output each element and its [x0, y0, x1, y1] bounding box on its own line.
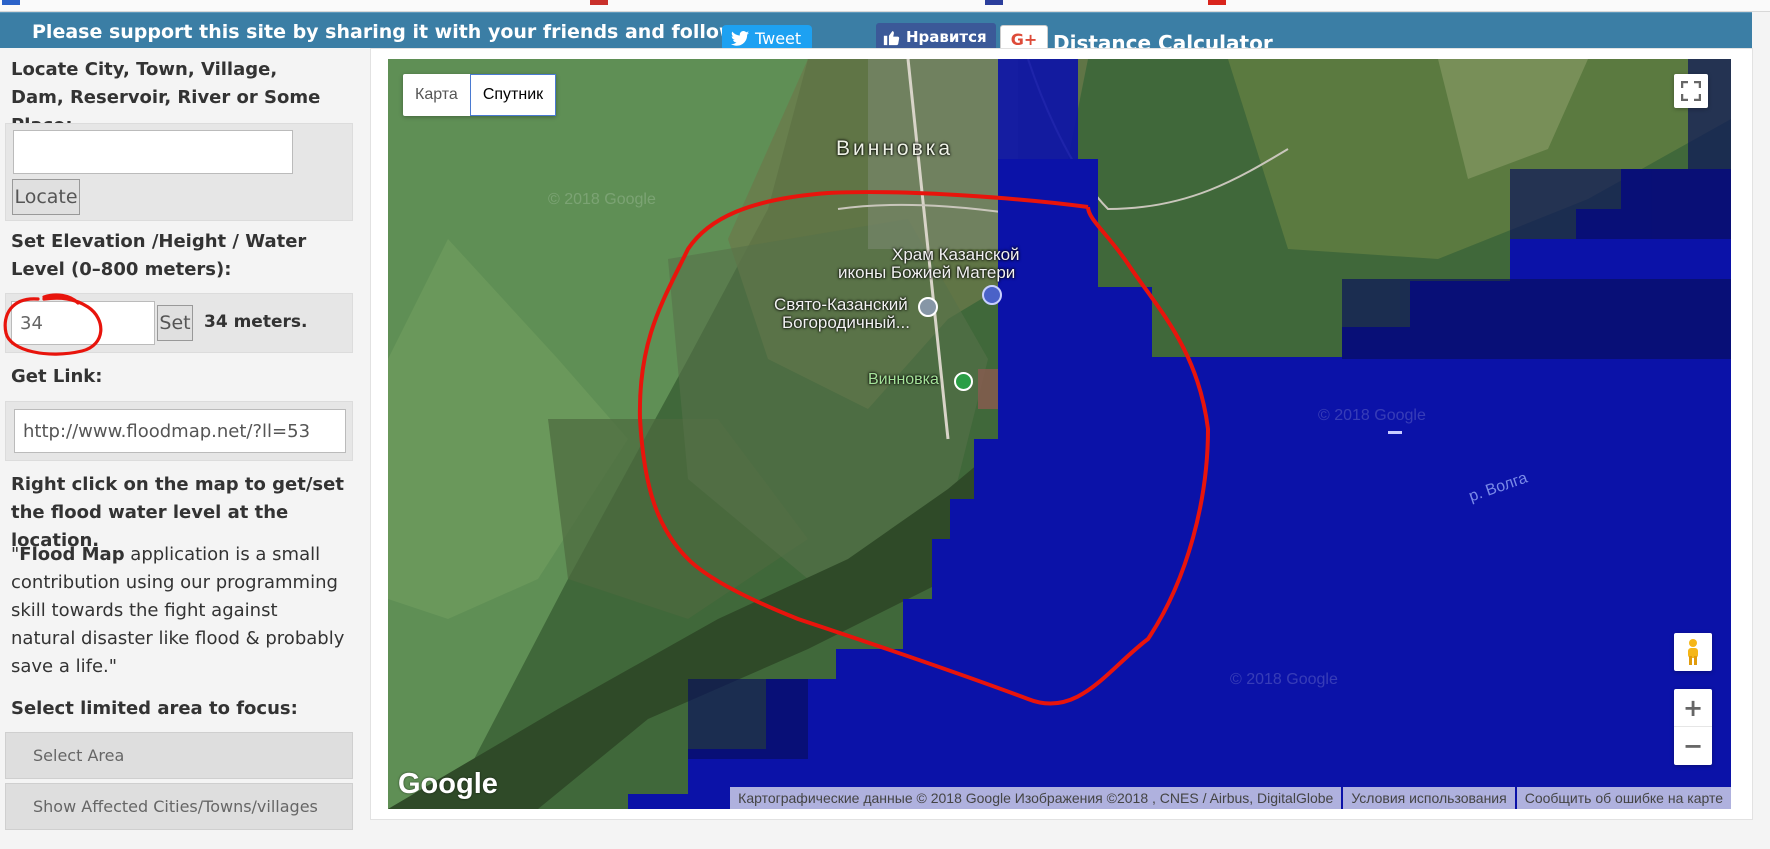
sidebar: Locate City, Town, Village, Dam, Reservo…: [0, 48, 354, 849]
zoom-control: + −: [1674, 689, 1712, 765]
watermark-1: © 2018 Google: [548, 191, 656, 208]
terms-link[interactable]: Условия использования: [1343, 787, 1515, 809]
tweet-label: Tweet: [755, 28, 802, 48]
like-label: Нравится: [906, 28, 987, 46]
set-button[interactable]: Set: [157, 305, 193, 341]
share-message: Please support this site by sharing it w…: [32, 21, 771, 43]
zoom-out-button[interactable]: −: [1674, 727, 1712, 765]
elevation-label: Set Elevation /Height / Water Level (0–8…: [11, 231, 307, 280]
fullscreen-button[interactable]: [1674, 74, 1708, 108]
locate-well: Locate: [5, 123, 353, 221]
browser-bookmarks-strip: [0, 0, 1770, 12]
monastery-label-2: Богородичный...: [782, 313, 910, 332]
locate-input[interactable]: [13, 130, 293, 174]
show-affected-button[interactable]: Show Affected Cities/Towns/villages: [5, 783, 353, 830]
zoom-in-button[interactable]: +: [1674, 689, 1712, 727]
get-link-label: Get Link:: [11, 366, 103, 387]
pier-label: Винновка: [868, 371, 939, 388]
pegman-icon: [1688, 639, 1698, 665]
select-area-button[interactable]: Select Area: [5, 732, 353, 779]
fullscreen-icon: [1681, 81, 1701, 101]
church-label-2: иконы Божией Матери: [838, 263, 1016, 282]
about-text: "Flood Map application is a small contri…: [11, 541, 346, 681]
flood-map[interactable]: Винновка Храм Казанской иконы Божией Мат…: [388, 59, 1731, 809]
church-poi-icon[interactable]: [982, 285, 1002, 305]
google-logo: Google: [398, 768, 498, 800]
map-type-satellite[interactable]: Спутник: [469, 74, 557, 116]
attribution-text: Картографические данные © 2018 Google Из…: [730, 787, 1342, 809]
app-name: Flood Map: [19, 544, 125, 565]
map-type-control: Карта Спутник: [403, 74, 557, 116]
map-type-map[interactable]: Карта: [403, 74, 470, 116]
monastery-poi-icon[interactable]: [918, 297, 938, 317]
facebook-like-button[interactable]: Нравится: [876, 23, 996, 51]
gplus-icon: G+: [1010, 29, 1038, 49]
watermark-3: © 2018 Google: [1230, 671, 1338, 688]
watermark-2: © 2018 Google: [1318, 407, 1426, 424]
share-link-field[interactable]: [14, 409, 346, 453]
map-attribution-bar: Картографические данные © 2018 Google Из…: [728, 787, 1731, 809]
thumbs-up-icon: [883, 30, 900, 45]
twitter-bird-icon: [731, 30, 749, 46]
satellite-imagery: [388, 59, 1731, 809]
elevation-readout: 34 meters.: [204, 312, 308, 332]
focus-label: Select limited area to focus:: [11, 698, 298, 719]
street-view-pegman[interactable]: [1674, 633, 1712, 671]
church-label-1: Храм Казанской: [892, 245, 1020, 264]
link-well: [5, 401, 353, 461]
monastery-label-1: Свято-Казанский: [774, 295, 908, 314]
share-bar: Please support this site by sharing it w…: [0, 12, 1752, 55]
pier-poi-icon[interactable]: [954, 372, 973, 391]
report-error-link[interactable]: Сообщить об ошибке на карте: [1516, 787, 1731, 809]
locate-button[interactable]: Locate: [12, 179, 80, 215]
village-label: Винновка: [836, 137, 954, 160]
annotation-circle: [3, 293, 103, 356]
